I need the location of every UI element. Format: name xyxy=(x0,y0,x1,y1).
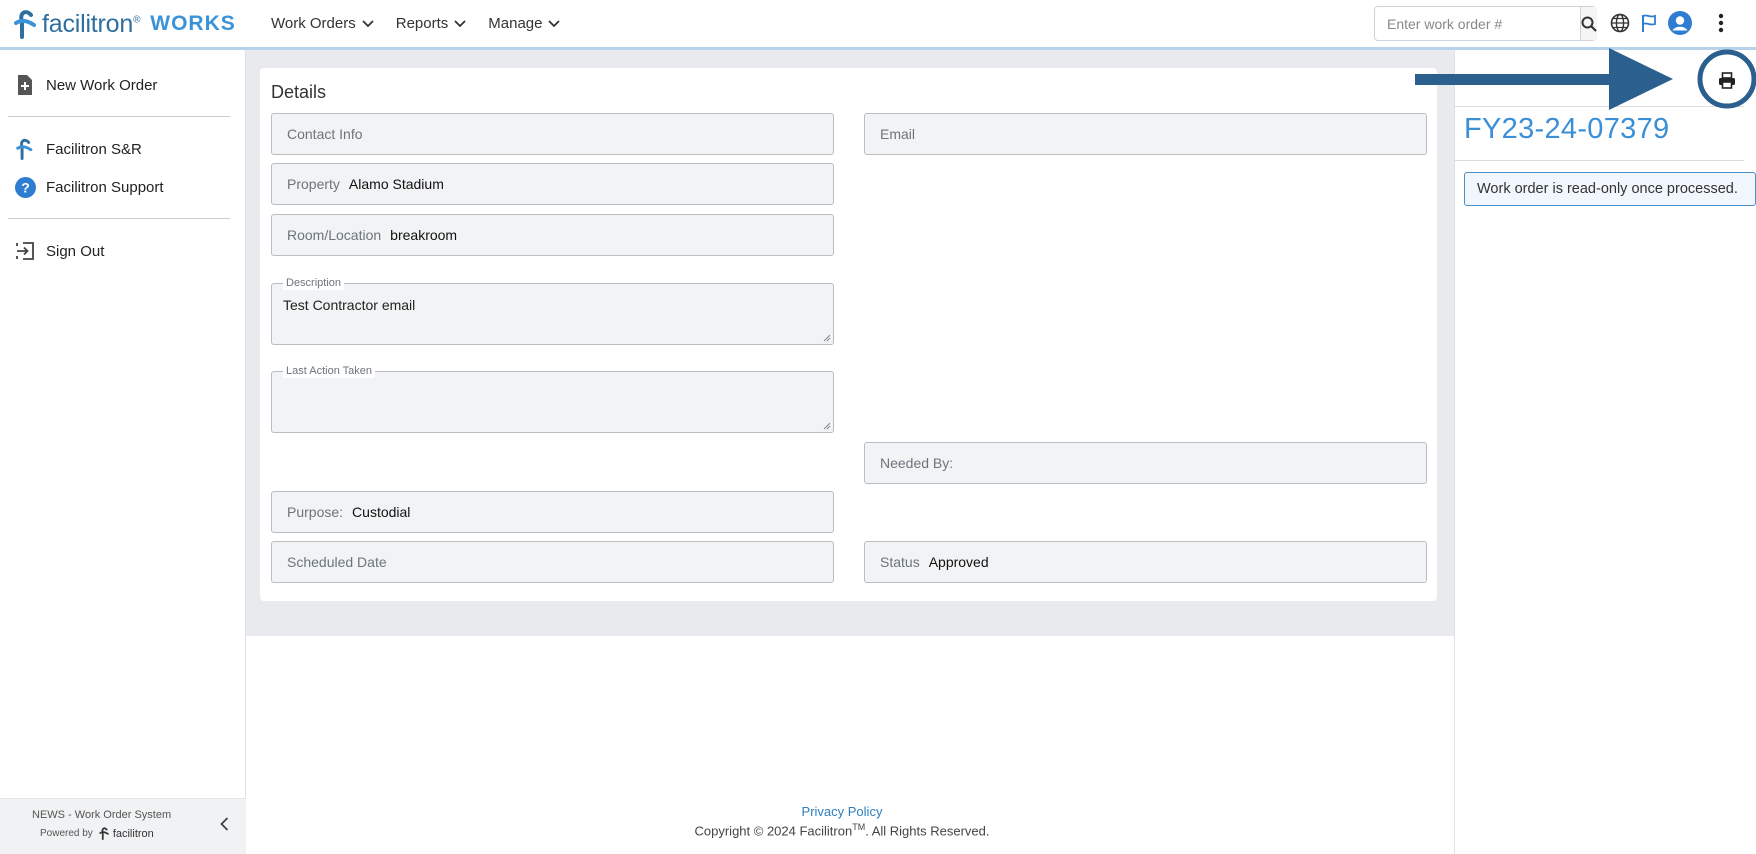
room-location-field[interactable]: Room/Location breakroom xyxy=(271,214,834,256)
sign-out-icon xyxy=(14,240,36,262)
property-value: Alamo Stadium xyxy=(348,176,444,192)
facilitron-logo-icon xyxy=(14,10,36,39)
brand-name: facilitron® xyxy=(42,9,141,38)
print-button[interactable] xyxy=(1714,67,1740,93)
email-label: Email xyxy=(880,126,916,142)
search-icon xyxy=(1581,16,1597,32)
nav-manage[interactable]: Manage xyxy=(488,15,561,32)
description-textarea[interactable]: Description Test Contractor email xyxy=(271,276,834,345)
top-navbar: facilitron® WORKS Work Orders Reports Ma… xyxy=(0,0,1756,50)
nav-manage-label: Manage xyxy=(488,15,543,32)
sidebar-facilitron-sr[interactable]: Facilitron S&R xyxy=(14,138,142,160)
search-button[interactable] xyxy=(1580,7,1597,40)
sidebar-divider xyxy=(8,116,230,117)
more-vertical-icon[interactable] xyxy=(1708,10,1734,36)
copyright-text: Copyright © 2024 FacilitronTM. All Right… xyxy=(0,822,1684,838)
sidebar-divider xyxy=(8,218,230,219)
sidebar-sign-out[interactable]: Sign Out xyxy=(14,240,104,262)
brand-product: WORKS xyxy=(150,12,236,35)
email-field[interactable]: Email xyxy=(864,113,1427,155)
facilitron-support-label: Facilitron Support xyxy=(46,178,164,196)
printer-icon xyxy=(1719,71,1735,89)
main-nav: Work Orders Reports Manage xyxy=(271,0,582,47)
purpose-label: Purpose: xyxy=(287,504,344,520)
description-label: Description xyxy=(283,276,345,290)
details-title: Details xyxy=(271,82,327,102)
nav-reports-label: Reports xyxy=(395,15,449,32)
status-label: Status xyxy=(880,554,920,570)
sign-out-label: Sign Out xyxy=(46,242,105,260)
facilitron-sr-label: Facilitron S&R xyxy=(46,140,142,158)
facilitron-works-logo[interactable]: facilitron® WORKS xyxy=(14,8,236,40)
needed-by-label: Needed By: xyxy=(880,455,954,471)
copyright-main: Copyright © 2024 Facilitron xyxy=(694,823,853,839)
work-order-side-panel xyxy=(1454,50,1756,854)
purpose-field[interactable]: Purpose: Custodial xyxy=(271,491,834,533)
user-avatar-icon[interactable] xyxy=(1667,10,1693,36)
trademark-mark: TM xyxy=(852,822,866,832)
room-location-label: Room/Location xyxy=(287,227,382,243)
read-only-notice: Work order is read-only once processed. xyxy=(1464,172,1756,206)
facilitron-logo-icon xyxy=(14,138,36,160)
help-circle-icon: ? xyxy=(14,176,36,198)
contact-info-field[interactable]: Contact Info xyxy=(271,113,834,155)
nav-reports[interactable]: Reports xyxy=(396,15,467,32)
work-order-number: FY23-24-07379 xyxy=(1464,113,1670,145)
copyright-rights: . All Rights Reserved. xyxy=(865,823,990,839)
scheduled-date-label: Scheduled Date xyxy=(287,554,387,570)
status-value: Approved xyxy=(928,554,989,570)
panel-divider xyxy=(1454,106,1744,107)
chevron-down-icon xyxy=(362,19,374,27)
property-label: Property xyxy=(287,176,340,192)
scheduled-date-field[interactable]: Scheduled Date xyxy=(271,541,834,583)
purpose-value: Custodial xyxy=(352,504,411,520)
svg-text:?: ? xyxy=(21,179,30,195)
room-location-value: breakroom xyxy=(390,227,458,243)
new-document-icon xyxy=(14,74,36,96)
description-value: Test Contractor email xyxy=(283,297,416,313)
work-order-search-input[interactable] xyxy=(1375,7,1580,40)
chevron-down-icon xyxy=(454,19,466,27)
new-work-order-label: New Work Order xyxy=(46,76,158,94)
nav-work-orders[interactable]: Work Orders xyxy=(271,15,374,32)
chevron-down-icon xyxy=(548,19,561,27)
contact-info-label: Contact Info xyxy=(287,126,363,142)
last-action-textarea[interactable]: Last Action Taken xyxy=(271,364,834,433)
status-field[interactable]: Status Approved xyxy=(864,541,1427,583)
sidebar-new-work-order[interactable]: New Work Order xyxy=(14,74,157,96)
resize-grip-icon[interactable] xyxy=(823,334,831,342)
globe-icon[interactable] xyxy=(1607,10,1633,36)
last-action-label: Last Action Taken xyxy=(283,364,376,378)
panel-divider xyxy=(1454,160,1744,161)
flag-icon[interactable] xyxy=(1636,10,1662,36)
needed-by-field[interactable]: Needed By: xyxy=(864,442,1427,484)
sidebar: New Work Order Facilitron S&R ? Facilitr… xyxy=(0,50,246,854)
privacy-policy-link[interactable]: Privacy Policy xyxy=(0,804,1684,819)
nav-work-orders-label: Work Orders xyxy=(271,15,356,32)
property-field[interactable]: Property Alamo Stadium xyxy=(271,163,834,205)
work-order-search xyxy=(1374,6,1597,41)
resize-grip-icon[interactable] xyxy=(823,422,831,430)
sidebar-facilitron-support[interactable]: ? Facilitron Support xyxy=(14,176,164,198)
